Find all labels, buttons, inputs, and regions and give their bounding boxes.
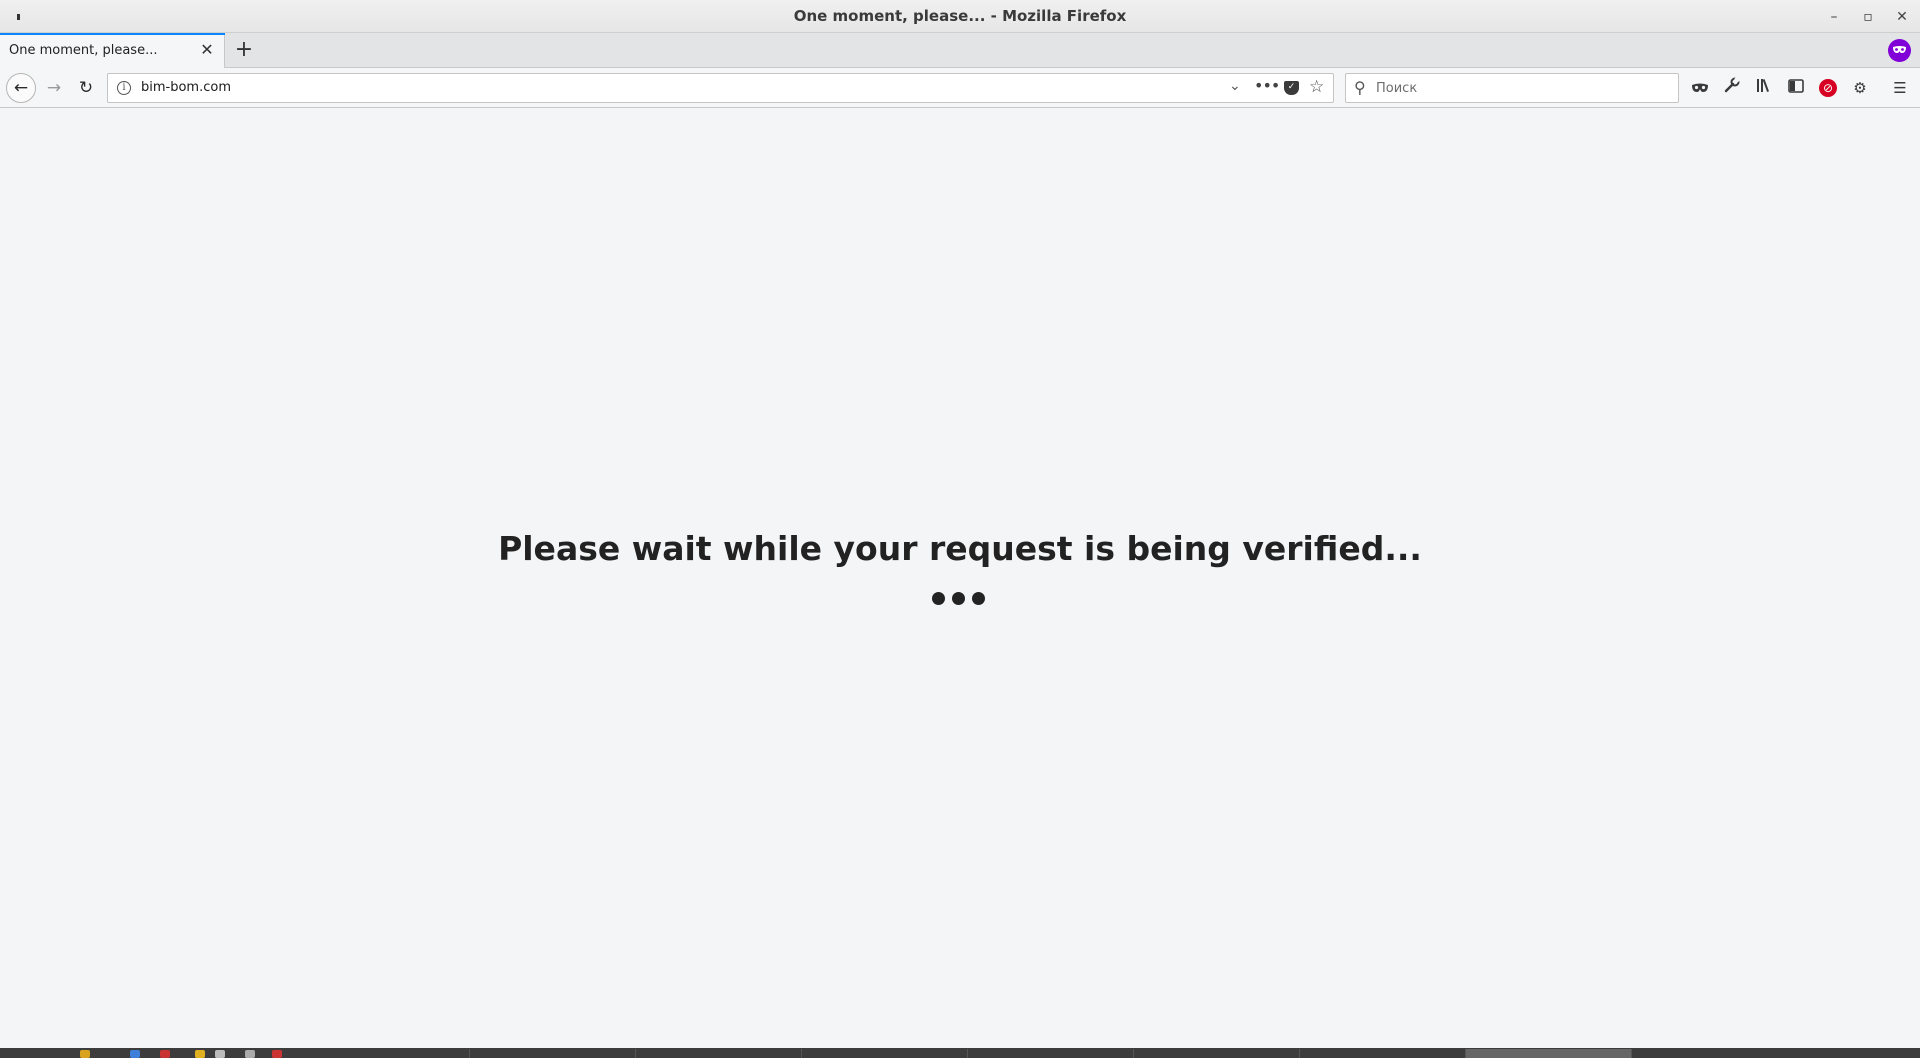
tab-label: One moment, please...	[9, 43, 158, 58]
taskbar-window-button-active[interactable]	[1466, 1049, 1632, 1058]
firefox-window: One moment, please... - Mozilla Firefox …	[0, 0, 1920, 1058]
taskbar-window-button[interactable]	[305, 1049, 470, 1058]
taskbar-app-icon[interactable]	[160, 1050, 170, 1058]
reload-button[interactable]: ↻	[72, 74, 100, 102]
taskbar-window-button[interactable]	[636, 1049, 802, 1058]
close-window-button[interactable]: ✕	[1891, 6, 1913, 28]
library-icon[interactable]	[1753, 77, 1775, 99]
new-tab-button[interactable]: +	[232, 39, 256, 63]
search-input[interactable]	[1376, 79, 1666, 97]
loading-indicator	[930, 592, 990, 606]
wrench-icon[interactable]	[1721, 76, 1743, 99]
minimize-button[interactable]: –	[1823, 6, 1845, 28]
tab-active[interactable]: One moment, please... ✕	[0, 33, 225, 68]
taskbar-app-icon[interactable]	[80, 1050, 90, 1058]
chevron-down-icon[interactable]: ⌄	[1229, 78, 1241, 94]
hamburger-menu-icon[interactable]: ☰	[1889, 77, 1911, 99]
tab-close-icon[interactable]: ✕	[198, 41, 216, 59]
sidebar-icon[interactable]	[1785, 77, 1807, 99]
taskbar-app-icon[interactable]	[245, 1050, 255, 1058]
maximize-button[interactable]: ▫	[1857, 6, 1879, 28]
taskbar-window-button[interactable]	[1300, 1049, 1466, 1058]
mask-icon[interactable]	[1689, 77, 1711, 99]
search-bar[interactable]: ⚲	[1345, 73, 1679, 103]
forward-button[interactable]: →	[40, 74, 68, 102]
loading-dot	[952, 592, 965, 605]
tab-strip: One moment, please... ✕ +	[0, 33, 1920, 68]
back-button[interactable]: ←	[6, 73, 36, 103]
taskbar-app-icon[interactable]	[130, 1050, 140, 1058]
url-bar[interactable]: i bim-bom.com ⌄ ••• ✓ ☆	[107, 73, 1334, 103]
taskbar-window-button[interactable]	[1134, 1049, 1300, 1058]
blocked-icon[interactable]: ⊘	[1819, 79, 1837, 97]
title-bar: One moment, please... - Mozilla Firefox …	[0, 0, 1920, 33]
url-text[interactable]: bim-bom.com	[141, 80, 231, 95]
pocket-icon[interactable]: ✓	[1284, 81, 1299, 95]
taskbar-app-icon[interactable]	[215, 1050, 225, 1058]
window-title: One moment, please... - Mozilla Firefox	[793, 7, 1127, 25]
loading-dot	[972, 592, 985, 605]
tab-active-indicator	[0, 33, 225, 35]
taskbar-window-button[interactable]	[470, 1049, 636, 1058]
taskbar-window-button[interactable]	[968, 1049, 1134, 1058]
os-taskbar	[0, 1048, 1920, 1058]
gear-icon[interactable]: ⚙	[1849, 77, 1871, 99]
page-content: Please wait while your request is being …	[0, 109, 1920, 1048]
taskbar-app-icon[interactable]	[195, 1050, 205, 1058]
mask-icon[interactable]	[1888, 39, 1911, 62]
taskbar-window-button[interactable]	[802, 1049, 968, 1058]
page-actions-more-icon[interactable]: •••	[1254, 76, 1280, 95]
bookmark-star-icon[interactable]: ☆	[1309, 77, 1324, 97]
nav-toolbar: ← → ↻ i bim-bom.com ⌄ ••• ✓ ☆ ⚲ ⊘ ⚙ ☰	[0, 68, 1920, 108]
search-icon: ⚲	[1354, 78, 1366, 97]
taskbar-app-icon[interactable]	[272, 1050, 282, 1058]
loading-dot	[932, 592, 945, 605]
site-info-icon[interactable]: i	[117, 81, 131, 95]
page-heading: Please wait while your request is being …	[498, 529, 1422, 568]
